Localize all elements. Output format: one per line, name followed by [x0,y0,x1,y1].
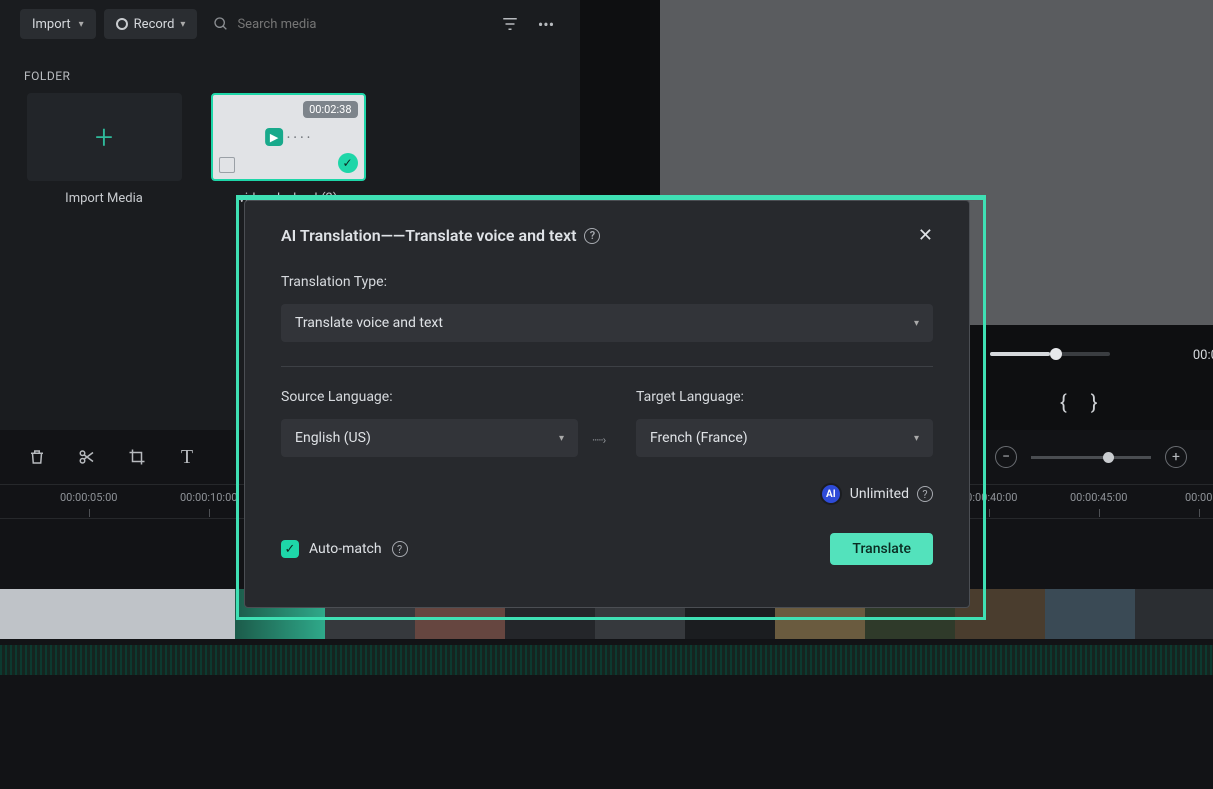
duration-badge: 00:02:38 [303,101,357,118]
clip-logo: ▶• • • • [265,128,311,146]
target-language-value: French (France) [650,430,748,446]
translate-button[interactable]: Translate [830,533,933,565]
translation-type-label: Translation Type: [281,274,933,290]
help-icon[interactable]: ? [584,228,600,244]
search-icon [213,16,229,32]
video-clip[interactable] [1045,589,1135,639]
unlimited-row: AI Unlimited ? [281,483,933,505]
close-icon[interactable]: ✕ [918,225,933,246]
help-icon[interactable]: ? [917,486,933,502]
divider [281,366,933,367]
chevron-down-icon: ▾ [914,318,919,329]
media-toolbar: Import ▾ Record ▾ ••• [0,5,580,43]
auto-match-label: Auto-match [309,541,382,557]
ruler-mark: 00:00:10:00 [180,491,237,504]
ruler-mark: 00:00:45:00 [1070,491,1127,504]
ruler-mark: 00:00:05:00 [60,491,117,504]
text-icon[interactable]: T [176,446,198,468]
record-button[interactable]: Record ▾ [104,9,198,39]
mark-in-icon[interactable]: { [1060,390,1067,414]
unlimited-label: Unlimited [850,486,909,502]
import-label: Import [32,17,71,32]
more-icon[interactable]: ••• [532,10,560,38]
media-clip-thumb[interactable]: 00:02:38 ▶• • • • ✓ [211,93,366,181]
check-icon: ✓ [338,153,358,173]
zoom-slider[interactable] [1031,456,1151,459]
source-language-select[interactable]: English (US) ▾ [281,419,578,457]
dialog-title-text: AI Translation——Translate voice and text [281,226,576,245]
translation-type-value: Translate voice and text [295,315,443,331]
chevron-down-icon: ▾ [79,19,84,30]
scrub-bar[interactable] [990,352,1110,356]
video-clip[interactable] [0,589,235,639]
ai-translation-dialog: AI Translation——Translate voice and text… [244,200,970,608]
dialog-title: AI Translation——Translate voice and text… [281,226,600,245]
chevron-down-icon: ▾ [559,433,564,444]
scissors-icon[interactable] [76,446,98,468]
scrub-knob[interactable] [1050,348,1062,360]
auto-match-checkbox[interactable]: ✓ Auto-match ? [281,540,408,558]
import-media-thumb[interactable]: + [27,93,182,181]
source-language-value: English (US) [295,430,371,446]
zoom-in-button[interactable]: + [1165,446,1187,468]
zoom-knob[interactable] [1103,452,1114,463]
chevron-down-icon: ▾ [180,19,185,30]
import-media-label: Import Media [65,191,143,206]
record-label: Record [134,17,175,32]
target-language-label: Target Language: [636,389,933,405]
ruler-mark: 00:00 [1185,491,1212,504]
media-clip-card[interactable]: 00:02:38 ▶• • • • ✓ videoplayback(3) [208,93,368,206]
target-language-select[interactable]: French (France) ▾ [636,419,933,457]
delete-icon[interactable] [26,446,48,468]
zoom-out-button[interactable]: − [995,446,1017,468]
folder-heading: FOLDER [0,43,580,93]
search-field[interactable] [205,16,488,32]
translation-type-select[interactable]: Translate voice and text ▾ [281,304,933,342]
media-grid: + Import Media 00:02:38 ▶• • • • ✓ video… [0,93,580,206]
crop-icon[interactable] [126,446,148,468]
scrub-fill [990,352,1050,356]
check-icon: ✓ [281,540,299,558]
zoom-controls: − + [995,446,1187,468]
record-icon [116,18,128,30]
import-media-card[interactable]: + Import Media [24,93,184,206]
chevron-down-icon: ▾ [914,433,919,444]
ai-badge-icon: AI [820,483,842,505]
source-language-label: Source Language: [281,389,578,405]
arrow-right-icon: ·····› [592,433,622,457]
clip-type-icon [219,157,235,173]
plus-icon: + [95,118,113,156]
audio-track[interactable] [0,645,1213,675]
filter-icon[interactable] [496,10,524,38]
mark-out-icon[interactable]: } [1091,390,1098,414]
search-input[interactable] [237,17,357,32]
help-icon[interactable]: ? [392,541,408,557]
timecode: 00:00:00 [1193,348,1213,363]
import-button[interactable]: Import ▾ [20,9,96,39]
mark-brackets: { } [1060,390,1098,414]
